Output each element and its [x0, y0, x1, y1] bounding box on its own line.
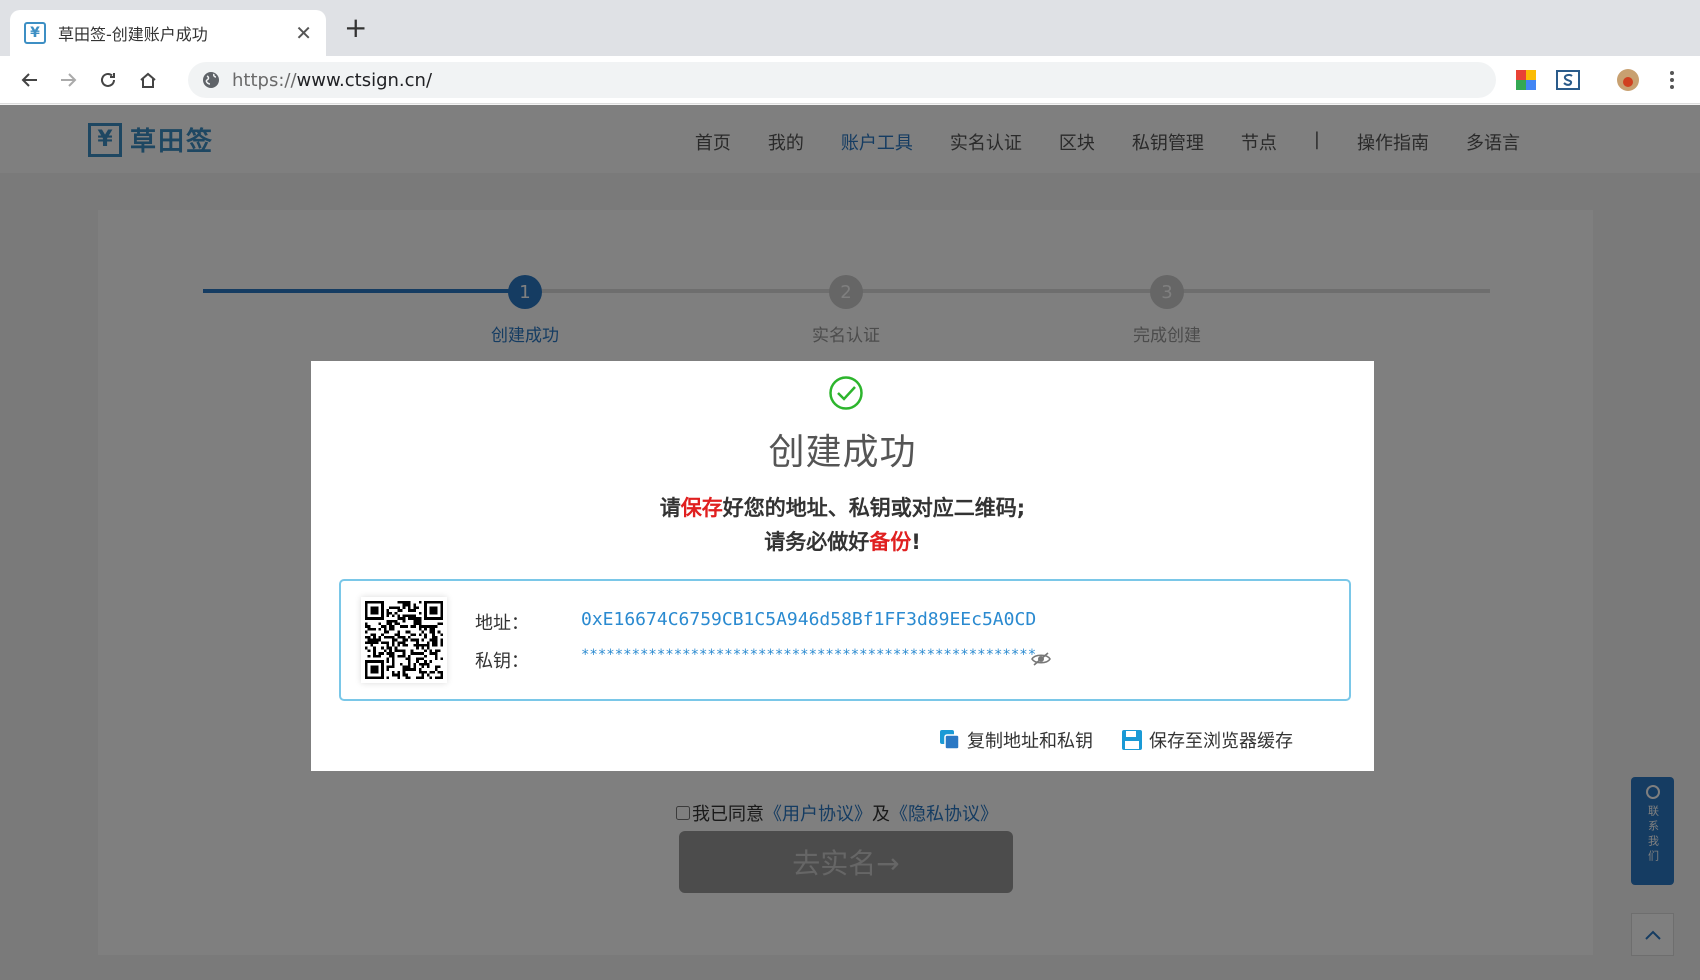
extension-s-icon[interactable] — [1556, 68, 1580, 92]
profile-avatar-icon[interactable] — [1616, 68, 1640, 92]
forward-icon[interactable] — [52, 64, 84, 96]
copy-address-key-button[interactable]: 复制地址和私钥 — [939, 727, 1093, 753]
private-key-label: 私钥： — [475, 651, 529, 672]
success-modal: 创建成功 请保存好您的地址、私钥或对应二维码; 请务必做好备份! 地址： 0xE… — [311, 361, 1374, 771]
copy-icon — [940, 730, 960, 750]
modal-message: 请保存好您的地址、私钥或对应二维码; 请务必做好备份! — [311, 491, 1374, 559]
address-bar[interactable]: https://www.ctsign.cn/ — [188, 62, 1496, 98]
address-value[interactable]: 0xE16674C6759CB1C5A946d58Bf1FF3d89EEc5A0… — [581, 609, 1036, 630]
private-key-value[interactable]: ****************************************… — [581, 647, 1036, 663]
account-info-box: 地址： 0xE16674C6759CB1C5A946d58Bf1FF3d89EE… — [339, 579, 1351, 701]
browser-tab-bar: ¥ 草田签-创建账户成功 ✕ + — [0, 0, 1700, 56]
favicon-icon: ¥ — [24, 22, 46, 44]
message-line-2: 请务必做好备份! — [764, 530, 921, 554]
globe-icon — [203, 72, 219, 88]
qr-code[interactable] — [361, 597, 447, 683]
address-label: 地址： — [475, 613, 529, 634]
new-tab-icon[interactable]: + — [344, 14, 367, 42]
save-browser-cache-button[interactable]: 保存至浏览器缓存 — [1121, 727, 1293, 753]
copy-action-label: 复制地址和私钥 — [967, 731, 1093, 752]
back-icon[interactable] — [14, 64, 46, 96]
extension-colorful-icon[interactable] — [1514, 68, 1538, 92]
save-action-label: 保存至浏览器缓存 — [1149, 731, 1293, 752]
menu-dots-icon[interactable] — [1660, 68, 1684, 92]
floppy-save-icon — [1122, 730, 1142, 750]
modal-title: 创建成功 — [768, 432, 917, 473]
tab-close-icon[interactable]: ✕ — [295, 21, 312, 45]
home-icon[interactable] — [132, 64, 164, 96]
browser-toolbar: https://www.ctsign.cn/ — [0, 56, 1700, 104]
tab-title: 草田签-创建账户成功 — [58, 25, 208, 44]
toggle-visibility-eye-icon[interactable] — [1031, 651, 1051, 667]
message-line-1: 请保存好您的地址、私钥或对应二维码; — [659, 496, 1026, 520]
browser-tab[interactable]: ¥ 草田签-创建账户成功 ✕ — [10, 10, 326, 56]
reload-icon[interactable] — [92, 64, 124, 96]
url-text: https://www.ctsign.cn/ — [232, 69, 433, 91]
success-check-icon — [829, 376, 863, 410]
